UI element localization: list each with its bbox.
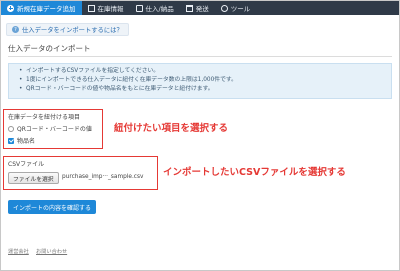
csv-field-label: CSVファイル	[8, 161, 45, 168]
link-field-label: 在庫データを紐付ける項目	[8, 114, 81, 121]
radio-icon	[8, 125, 14, 132]
choose-file-button[interactable]: ファイルを選択	[8, 172, 59, 184]
divider	[8, 56, 392, 57]
tool-icon	[220, 4, 228, 12]
nav-item-add-inventory[interactable]: 新規在庫データ追加	[1, 1, 82, 15]
info-line: QRコード・バーコードの値や物品名をもとに在庫データと紐付けます。	[19, 85, 383, 94]
annotation-select-csv: インポートしたいCSVファイルを選択する	[163, 167, 346, 178]
option-label: QRコード・バーコードの値	[17, 126, 92, 133]
nav-item-shipping[interactable]: 発送	[180, 1, 215, 15]
footer-link-company[interactable]: 運営会社	[8, 248, 29, 255]
annotation-select-link: 紐付けたい項目を選択する	[114, 123, 229, 134]
grid-icon	[87, 4, 95, 12]
nav-item-label: 新規在庫データ追加	[17, 5, 76, 13]
nav-item-label: ツール	[230, 5, 251, 13]
nav-item-label: 仕入/納品	[145, 5, 174, 13]
info-line: インポートするCSVファイルを指定してください。	[19, 67, 383, 76]
info-box: インポートするCSVファイルを指定してください。 1度にインポートできる仕入デー…	[8, 63, 392, 99]
nav-item-label: 在庫情報	[97, 5, 124, 13]
nav-item-label: 発送	[195, 5, 209, 13]
help-link-label: 仕入データをインポートするには？	[22, 27, 123, 34]
footer-link-contact[interactable]: お問い合わせ	[36, 248, 67, 255]
nav-item-inventory-info[interactable]: 在庫情報	[82, 1, 130, 15]
page-title: 仕入データのインポート	[8, 44, 91, 53]
plus-circle-icon	[7, 4, 14, 12]
help-link[interactable]: ? 仕入データをインポートするには？	[6, 23, 129, 36]
box-icon	[185, 4, 193, 12]
confirm-import-button[interactable]: インポートの内容を確認する	[8, 200, 97, 214]
nav-item-tools[interactable]: ツール	[215, 1, 257, 15]
question-icon: ?	[12, 26, 19, 33]
option-item-name[interactable]: 物品名	[8, 136, 35, 145]
truck-icon	[135, 4, 143, 12]
selected-file-name: purchase_imp···_sample.csv	[62, 174, 144, 180]
info-line: 1度にインポートできる仕入データに紐付く在庫データ数の上限は1,000件です。	[19, 76, 383, 85]
nav-item-purchase-delivery[interactable]: 仕入/納品	[130, 1, 180, 15]
option-qr-barcode[interactable]: QRコード・バーコードの値	[8, 124, 92, 133]
top-navigation: 新規在庫データ追加 在庫情報 仕入/納品 発送 ツール	[1, 1, 399, 15]
option-label: 物品名	[17, 138, 36, 145]
checkbox-checked-icon	[8, 137, 14, 144]
